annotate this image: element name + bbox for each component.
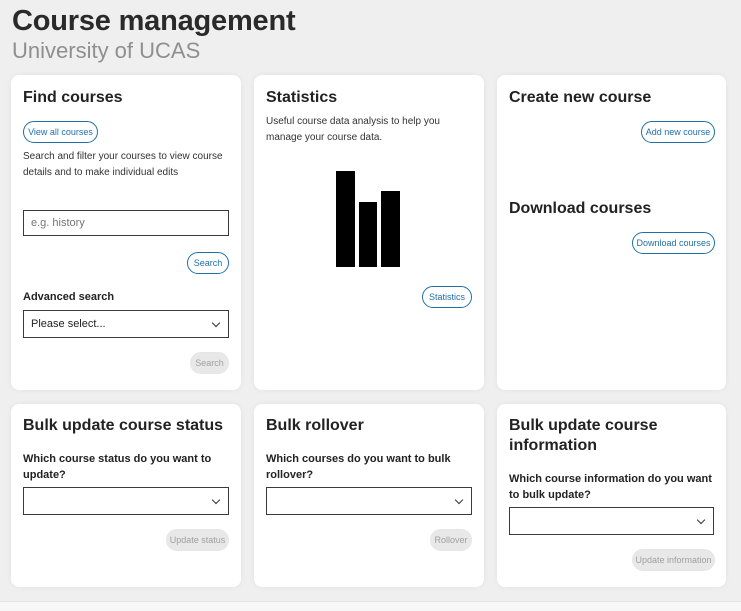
chevron-down-icon [211,318,221,328]
bar-chart-icon-bar [359,202,377,267]
advanced-search-value: Please select... [31,318,106,330]
page-title: Course management [12,5,296,37]
bulk-status-question: Which course status do you want to updat… [23,453,212,481]
bulk-info-card: Bulk update course information Which cou… [497,404,726,587]
bar-chart-icon [336,171,400,267]
bulk-status-card: Bulk update course status Which course s… [11,404,241,587]
chevron-down-icon [696,515,706,525]
statistics-button[interactable]: Statistics [422,286,472,308]
bulk-rollover-select[interactable] [266,487,472,515]
bulk-info-select[interactable] [509,507,714,535]
advanced-search-select[interactable]: Please select... [23,310,229,338]
create-course-heading: Create new course [509,89,652,106]
chevron-down-icon [211,495,221,505]
rollover-button[interactable]: Rollover [430,529,472,551]
statistics-description: Useful course data analysis to help you … [266,116,440,143]
find-courses-card: Find courses View all courses Search and… [11,75,241,390]
update-information-button[interactable]: Update information [632,549,715,571]
bulk-info-question: Which course information do you want to … [509,473,712,501]
search-input[interactable] [23,210,229,236]
view-all-courses-button[interactable]: View all courses [23,121,98,143]
download-courses-heading: Download courses [509,200,652,217]
page-header: Course management University of UCAS [12,4,296,64]
find-courses-description: Search and filter your courses to view c… [23,151,223,178]
bulk-info-heading: Bulk update course information [509,417,658,454]
statistics-card: Statistics Useful course data analysis t… [254,75,484,390]
bulk-status-select[interactable] [23,487,229,515]
search-button[interactable]: Search [187,252,229,274]
bulk-rollover-heading: Bulk rollover [266,417,364,434]
bulk-status-heading: Bulk update course status [23,417,224,434]
download-courses-button[interactable]: Download courses [632,232,715,254]
add-new-course-button[interactable]: Add new course [641,121,715,143]
page-subtitle: University of UCAS [12,38,201,63]
chevron-down-icon [454,495,464,505]
bar-chart-icon-bar [381,191,400,267]
bulk-rollover-card: Bulk rollover Which courses do you want … [254,404,484,587]
find-courses-heading: Find courses [23,89,123,106]
page-footer-divider [0,601,741,611]
statistics-heading: Statistics [266,89,338,106]
bar-chart-icon-bar [336,171,355,267]
advanced-search-label: Advanced search [23,291,115,303]
bulk-rollover-question: Which courses do you want to bulk rollov… [266,453,451,481]
update-status-button[interactable]: Update status [166,529,229,551]
create-download-card: Create new course Add new course Downloa… [497,75,726,390]
advanced-search-button[interactable]: Search [190,352,229,374]
